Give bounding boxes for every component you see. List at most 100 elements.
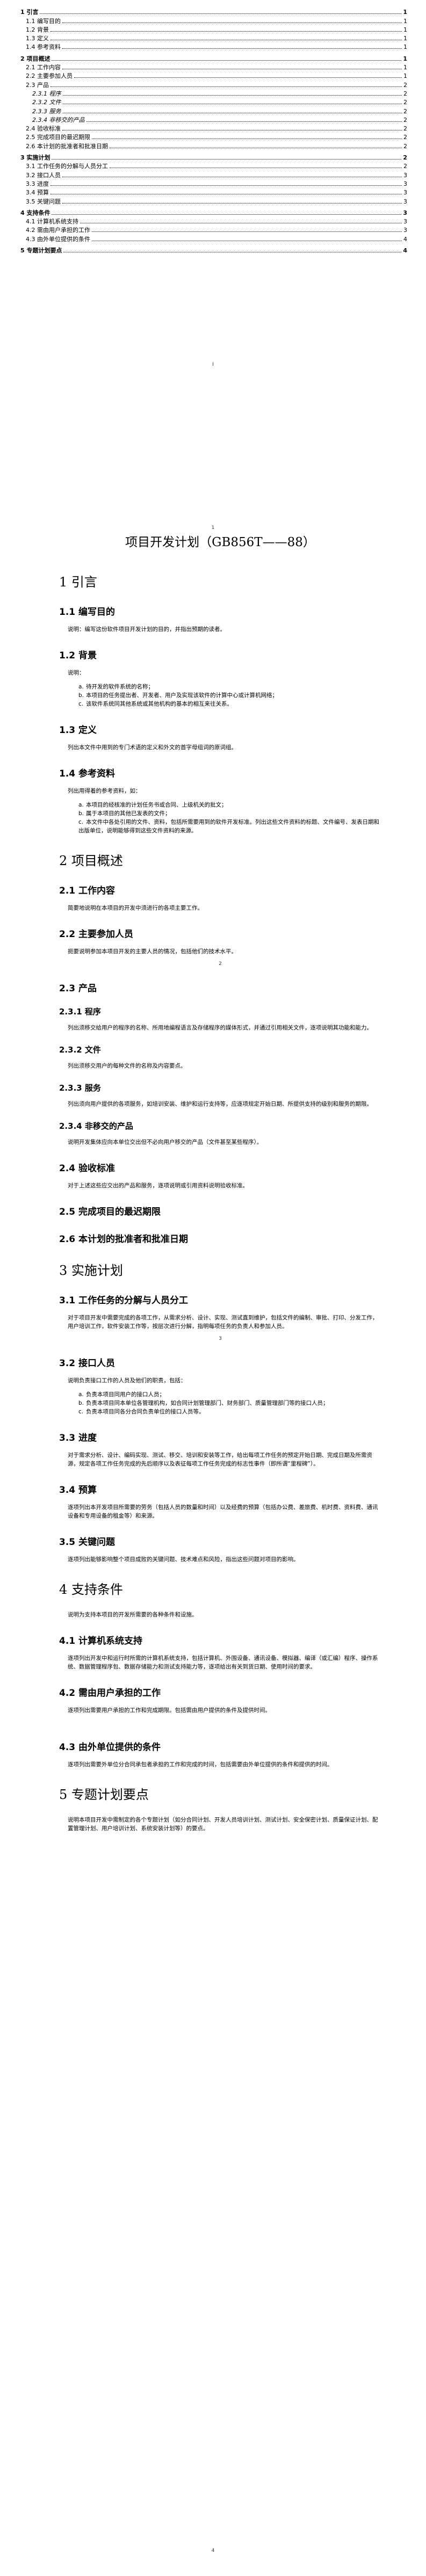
toc-entry-title: 5 专题计划要点 [20, 247, 62, 255]
toc-entry-page: 4 [403, 247, 407, 255]
section-heading: 4 支持条件 [59, 1582, 123, 1597]
toc-entry[interactable]: 1.1 编写目的 1 [20, 16, 407, 25]
section-heading: 5 专题计划要点 [59, 1787, 149, 1802]
paragraph: 逐项列出能够影响整个项目成败的关键问题、技术难点和风险，指出这些问题对项目的影响… [68, 1556, 299, 1563]
toc-entry[interactable]: 3.3 进度 3 [20, 179, 407, 188]
list-item: b. 负责本项目同本单位各管理机构，如合同计划管理部门、财务部门、质量管理部门等的… [78, 1399, 381, 1407]
subsection-heading: 2.1 工作内容 [59, 886, 115, 896]
paragraph: 逐项列出开发中和运行时所需的计算机系统支持，包括计算机、外围设备、通讯设备、模拟… [68, 1655, 378, 1670]
list-item-text: 负责本项目同本单位各管理机构，如合同计划管理部门、财务部门、质量管理部门等的接口… [86, 1400, 329, 1406]
toc-entry-title: 3.5 关键问题 [26, 198, 61, 205]
toc-entry-page: 2 [403, 116, 407, 124]
toc-entry-page: 3 [403, 189, 407, 197]
toc-leader [92, 231, 402, 233]
toc-leader [62, 48, 402, 49]
toc-entry-page: 4 [403, 235, 407, 243]
toc-entry-title: 3.1 工作任务的分解与人员分工 [26, 163, 108, 170]
toc-entry-page: 3 [403, 218, 407, 226]
list-item: c. 本文件中各处引用的文件、资料，包括所需要用到的软件开发标准。列出这些文件资料… [78, 818, 381, 835]
toc-entry[interactable]: 3.1 工作任务的分解与人员分工 2 [20, 162, 407, 170]
toc-entry[interactable]: 3.2 接口人员 3 [20, 170, 407, 179]
toc-entry[interactable]: 4.2 需由用户承担的工作 3 [20, 226, 407, 234]
toc-entry[interactable]: 5 专题计划要点 4 [20, 246, 407, 255]
toc-entry-title: 4 支持条件 [20, 209, 50, 216]
toc-entry[interactable]: 3.5 关键问题 3 [20, 197, 407, 205]
subsection-heading: 4.2 需由用户承担的工作 [59, 1688, 161, 1699]
list-item: a. 负责本项目同用户的接口人员； [78, 1390, 381, 1399]
bullet-list: a. 待开发的软件系统的名称； b. 本项目的任务提出者、开发者、用户及实现该软件的计… [78, 683, 381, 708]
toc-entry-title: 4.2 需由用户承担的工作 [26, 227, 90, 234]
toc-entry-title: 2.4 验收标准 [26, 125, 61, 133]
toc-entry[interactable]: 1.3 定义 1 [20, 34, 407, 42]
subsubsection-heading: 2.3.2 文件 [59, 1045, 101, 1055]
toc-entry[interactable]: 2.3.4 非移交的产品 2 [20, 115, 407, 124]
toc-entry[interactable]: 2.3.3 服务 2 [20, 106, 407, 115]
list-marker: c. [78, 819, 84, 825]
toc-entry[interactable]: 2.5 完成项目的最迟期限 2 [20, 133, 407, 141]
toc-entry[interactable]: 2.1 工作内容 1 [20, 63, 407, 71]
section-heading: 1 引言 [59, 575, 97, 590]
toc-leader [62, 95, 402, 96]
toc-entry[interactable]: 2 项目概述 1 [20, 54, 407, 62]
toc-leader [40, 13, 402, 14]
toc-entry-title: 2.6 本计划的批准者和批准日期 [26, 142, 108, 150]
toc-entry-title: 4.3 由外单位提供的条件 [26, 235, 90, 243]
list-marker: a. [78, 1391, 84, 1398]
toc-entry-page: 3 [403, 209, 407, 216]
toc-entry[interactable]: 4.3 由外单位提供的条件 4 [20, 234, 407, 243]
toc-entry[interactable]: 2.3.2 文件 2 [20, 98, 407, 106]
toc-entry-title: 2.3.2 文件 [32, 99, 61, 106]
toc-leader [50, 86, 402, 87]
list-item: c. 该软件系统同其他系统或其他机构的基本的相互来往关系。 [78, 700, 381, 708]
subsection-heading: 2.2 主要参加人员 [59, 929, 134, 940]
document-title: 项目开发计划（GB856T——88） [125, 535, 315, 549]
toc-entry[interactable]: 3 实施计划 2 [20, 153, 407, 162]
toc-entry-page: 2 [403, 163, 407, 170]
toc-entry[interactable]: 2.4 验收标准 2 [20, 124, 407, 133]
toc-entry-title: 4.1 计算机系统支持 [26, 218, 78, 226]
subsection-heading: 3.3 进度 [59, 1433, 97, 1443]
toc-entry-page: 2 [403, 125, 407, 133]
toc-entry-page: 1 [403, 64, 407, 71]
toc-entry-title: 3.4 预算 [26, 189, 49, 197]
toc-entry-page: 2 [403, 134, 407, 141]
toc-entry[interactable]: 4.1 计算机系统支持 3 [20, 217, 407, 226]
toc-entry[interactable]: 4 支持条件 3 [20, 208, 407, 217]
list-item-text: 负责本项目同各分合同负责单位的接口人员等。 [86, 1409, 205, 1415]
toc-entry[interactable]: 2.3 产品 2 [20, 80, 407, 89]
toc-leader [52, 214, 402, 215]
paragraph: 说明为支持本项目的开发所需要的各种条件和设施。 [68, 1612, 198, 1618]
subsection-heading: 3.4 预算 [59, 1485, 97, 1496]
toc-entry-page: 1 [403, 9, 407, 16]
toc-entry-title: 1.4 参考资料 [26, 43, 61, 51]
paragraph: 列出本文件中用到的专门术语的定义和外文的首字母组词的原词组。 [68, 744, 237, 751]
list-marker: a. [78, 802, 84, 808]
toc-entry[interactable]: 2.2 主要参加人员 1 [20, 71, 407, 80]
toc-entry[interactable]: 2.6 本计划的批准者和批准日期 2 [20, 141, 407, 150]
toc-entry-title: 2.3.1 程序 [32, 90, 61, 97]
subsubsection-heading: 2.3.3 服务 [59, 1083, 101, 1093]
subsection-heading: 4.3 由外单位提供的条件 [59, 1742, 161, 1753]
toc-entry[interactable]: 1 引言 1 [20, 8, 407, 16]
paragraph: 说明本项目开发中需制定的各个专题计划（如分合同计划、开发人员培训计划、测试计划、… [68, 1817, 378, 1832]
subsection-heading: 3.1 工作任务的分解与人员分工 [59, 1295, 189, 1306]
list-item: a. 本项目的经核准的计划任务书或合同、上级机关的批文； [78, 801, 381, 809]
section-heading: 2 项目概述 [59, 853, 123, 868]
toc-entry[interactable]: 1.2 背景 1 [20, 25, 407, 34]
subsubsection-heading: 2.3.4 非移交的产品 [59, 1121, 133, 1131]
list-item: b. 本项目的任务提出者、开发者、用户及实现该软件的计算中心或计算机网络； [78, 691, 381, 700]
toc-entry[interactable]: 1.4 参考资料 1 [20, 42, 407, 51]
paragraph: 扼要说明参加本项目开发的主要人员的情况，包括他们的技术水平。 [68, 948, 237, 955]
list-marker: b. [78, 692, 84, 699]
subsection-heading: 2.5 完成项目的最迟期限 [59, 1207, 161, 1217]
toc-entry[interactable]: 3.4 预算 3 [20, 188, 407, 197]
paragraph: 对于上述这些应交出的产品和服务，逐项说明或引用资料说明验收标准。 [68, 1182, 248, 1189]
paragraph: 对于项目开发中需要完成的各项工作，从需求分析、设计、实现、测试直到维护，包括文件… [68, 1315, 378, 1330]
paragraph: 逐项列出需要外单位分合同承包者承担的工作和完成的时间，包括需要由外单位提供的条件… [68, 1761, 333, 1768]
subsection-heading: 2.4 验收标准 [59, 1163, 115, 1174]
list-item: c. 负责本项目同各分合同负责单位的接口人员等。 [78, 1407, 381, 1416]
toc-entry-title: 2.1 工作内容 [26, 64, 61, 71]
page-number: 4 [211, 2548, 215, 2553]
toc-entry-title: 2.2 主要参加人员 [26, 72, 73, 80]
toc-entry[interactable]: 2.3.1 程序 2 [20, 89, 407, 98]
